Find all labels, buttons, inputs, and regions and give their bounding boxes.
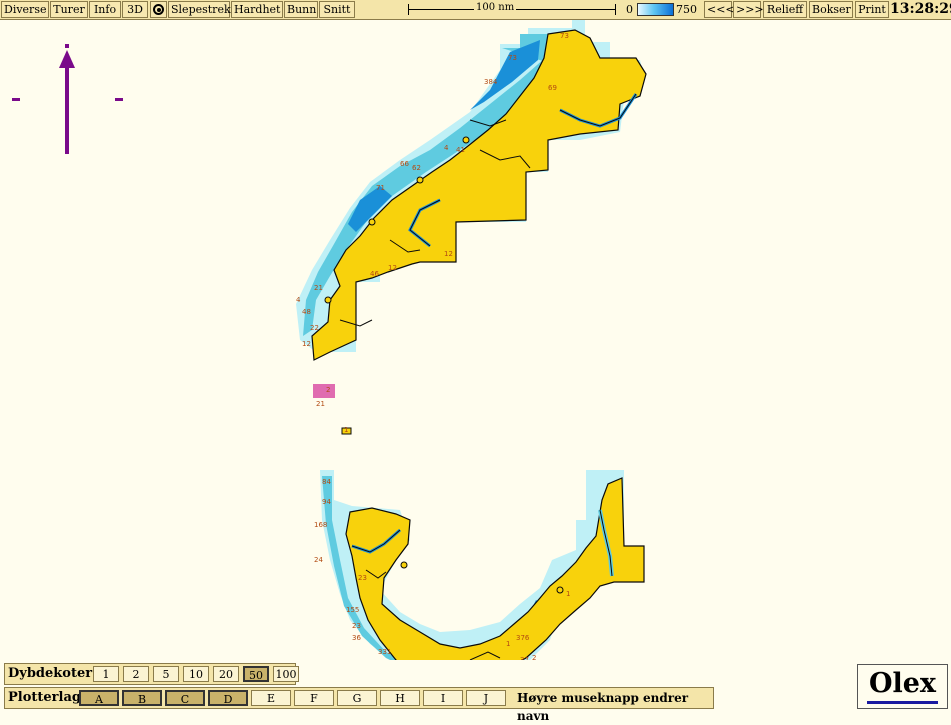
depth-label: 1 xyxy=(506,640,510,648)
depth-label: 12 xyxy=(444,250,453,258)
depth-contour-1-button[interactable]: 1 xyxy=(93,666,119,682)
depth-label: 84 xyxy=(322,478,331,486)
depth-label: 376 xyxy=(516,634,530,642)
bunn-button[interactable]: Bunn xyxy=(284,1,318,18)
snitt-button[interactable]: Snitt xyxy=(319,1,355,18)
depth-color-scale xyxy=(637,3,674,16)
nav-back-button[interactable]: <<< xyxy=(704,1,735,18)
north-region xyxy=(296,20,647,435)
depth-label: 46 xyxy=(370,270,379,278)
depth-label: 62 xyxy=(412,164,421,172)
olex-logo-text: Olex xyxy=(866,667,939,704)
plotter-layer-c-button[interactable]: C xyxy=(165,690,205,706)
plotterlag-title: Plotterlag xyxy=(8,690,81,705)
depth-label: 73 xyxy=(560,32,569,40)
layer-rename-hint: Høyre museknapp endrer navn xyxy=(517,691,689,723)
slepestrek-button[interactable]: Slepestrek xyxy=(168,1,231,18)
info-button[interactable]: Info xyxy=(89,1,121,18)
nav-forward-button[interactable]: >>> xyxy=(733,1,764,18)
depth-label: 4 xyxy=(296,296,301,304)
depth-contour-100-button[interactable]: 100 xyxy=(273,666,299,682)
depth-label: 4 xyxy=(444,144,449,152)
depth-label: 37 xyxy=(520,656,529,660)
depth-label: 21 xyxy=(316,400,325,408)
plotter-layer-h-button[interactable]: H xyxy=(380,690,420,706)
relieff-button[interactable]: Relieff xyxy=(763,1,807,18)
plotter-layer-f-button[interactable]: F xyxy=(294,690,334,706)
dybdekoter-panel: Dybdekoter 1 2 5 10 20 50 100 xyxy=(4,663,299,685)
depth-label: 1 xyxy=(344,426,348,434)
depth-label: 1 xyxy=(566,590,570,598)
depth-label: 22 xyxy=(310,324,319,332)
depth-label: 12 xyxy=(388,264,397,272)
scale-bar: 100 nm xyxy=(408,1,616,18)
depth-contour-20-button[interactable]: 20 xyxy=(213,666,239,682)
depth-label: 331 xyxy=(378,648,391,656)
plotter-layer-i-button[interactable]: I xyxy=(423,690,463,706)
bokser-button[interactable]: Bokser xyxy=(809,1,853,18)
depth-label: 36 xyxy=(352,634,361,642)
plotter-layer-g-button[interactable]: G xyxy=(337,690,377,706)
olex-logo: Olex xyxy=(857,664,948,709)
north-arrow-icon xyxy=(12,44,123,154)
depth-label: 2 xyxy=(326,386,330,394)
depth-label: 168 xyxy=(314,521,327,529)
depth-label: 384 xyxy=(484,78,498,86)
plotter-layer-e-button[interactable]: E xyxy=(251,690,291,706)
scale-label: 100 nm xyxy=(474,2,517,13)
plotter-layer-a-button[interactable]: A xyxy=(79,690,119,706)
depth-label: 69 xyxy=(548,84,557,92)
depth-label: 23 xyxy=(358,574,367,582)
depth-label: 66 xyxy=(400,160,409,168)
dybdekoter-title: Dybdekoter xyxy=(8,666,93,681)
plotter-layer-b-button[interactable]: B xyxy=(122,690,162,706)
clock: 13:28:29 xyxy=(890,1,951,17)
depth-label: 71 xyxy=(376,184,385,192)
depth-label: 94 xyxy=(322,498,331,506)
depth-label: 155 xyxy=(346,606,359,614)
depth-scale-min: 0 xyxy=(626,3,633,16)
depth-contour-10-button[interactable]: 10 xyxy=(183,666,209,682)
depth-label: 24 xyxy=(314,556,323,564)
top-toolbar: Diverse Turer Info 3D Slepestrek Hardhet… xyxy=(0,0,951,20)
chart-map[interactable]: 7373693844 4166 62714612124482122122121849… xyxy=(0,20,951,660)
depth-scale-max: 750 xyxy=(676,3,697,16)
south-region xyxy=(320,470,645,660)
plotter-layer-j-button[interactable]: J xyxy=(466,690,506,706)
track-mode-icon[interactable] xyxy=(150,1,167,18)
depth-label: 48 xyxy=(302,308,311,316)
depth-label: 2 xyxy=(532,654,536,660)
depth-label: 12 xyxy=(302,340,311,348)
diverse-button[interactable]: Diverse xyxy=(1,1,49,18)
depth-contour-5-button[interactable]: 5 xyxy=(153,666,179,682)
depth-label: 21 xyxy=(314,284,323,292)
plotter-layer-d-button[interactable]: D xyxy=(208,690,248,706)
3d-button[interactable]: 3D xyxy=(122,1,148,18)
turer-button[interactable]: Turer xyxy=(50,1,88,18)
depth-contour-2-button[interactable]: 2 xyxy=(123,666,149,682)
print-button[interactable]: Print xyxy=(855,1,889,18)
plotterlag-panel: Plotterlag ABCDEFGHIJ Høyre museknapp en… xyxy=(4,687,714,723)
depth-label: 41 xyxy=(456,146,465,154)
depth-label: 73 xyxy=(508,54,517,62)
depth-contour-50-button[interactable]: 50 xyxy=(243,666,269,682)
depth-label: 23 xyxy=(352,622,361,630)
hardhet-button[interactable]: Hardhet xyxy=(231,1,283,18)
